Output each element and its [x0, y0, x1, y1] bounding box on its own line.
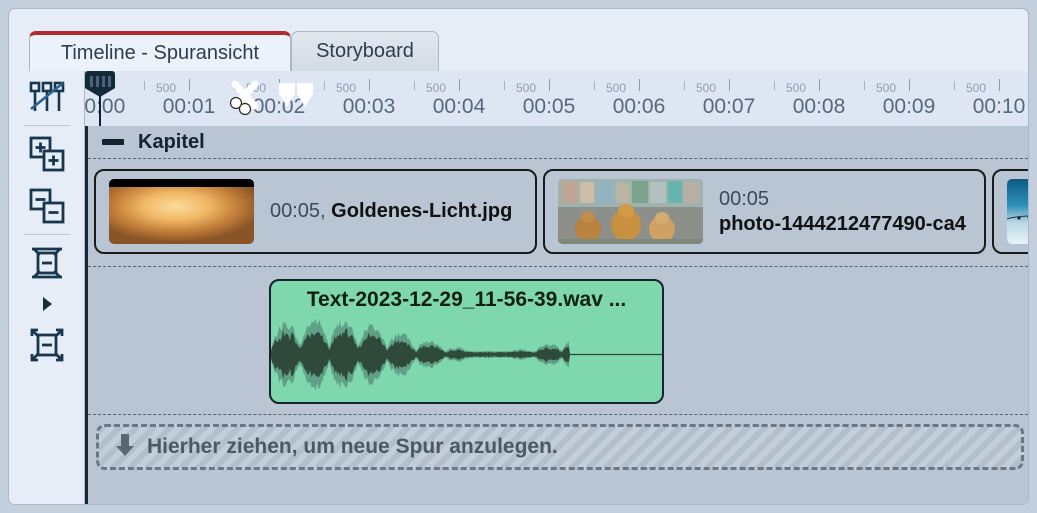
ruler-major-tick: [729, 79, 730, 91]
clip-name: photo-1444212477490-ca4: [719, 212, 966, 235]
timeline-ruler[interactable]: 00:0050000:0150000:0250000:0350000:04500…: [85, 71, 1028, 127]
zoom-out-tracks-icon[interactable]: [9, 180, 85, 232]
tab-storyboard[interactable]: Storyboard: [291, 31, 439, 71]
ruler-time-label: 00:08: [792, 95, 846, 118]
ruler-time-label: 00:10: [972, 95, 1026, 118]
ruler-minor-tick: [144, 81, 145, 90]
tab-label: Timeline - Spuransicht: [60, 41, 260, 64]
down-arrow-icon: [115, 432, 135, 463]
timeline-window: Timeline - Spuransicht Storyboard 0:00 5…: [0, 0, 1037, 513]
clip-photo-1444212477490[interactable]: 00:05 photo-1444212477490-ca4: [543, 169, 986, 254]
ruler-millis-label: 500: [965, 81, 987, 95]
clip-label: 00:05, Goldenes-Licht.jpg: [270, 199, 512, 224]
clip-thumbnail: [558, 179, 703, 244]
ruler-time-label: 00:00: [85, 95, 126, 118]
timeline-frame: 00:0050000:0150000:0250000:0350000:04500…: [9, 71, 1028, 504]
track-tools-column: [9, 71, 85, 504]
audio-waveform: [271, 315, 662, 394]
new-track-dropzone[interactable]: Hierher ziehen, um neue Spur anzulegen.: [96, 424, 1024, 470]
ruler-minor-tick: [414, 81, 415, 90]
fit-height-icon[interactable]: [9, 237, 85, 289]
ruler-major-tick: [909, 79, 910, 91]
edit-keyframes-icon[interactable]: [9, 71, 85, 123]
chapter-collapse-icon[interactable]: [102, 139, 124, 145]
expand-arrow-icon[interactable]: [9, 289, 85, 319]
ruler-minor-tick: [684, 81, 685, 90]
scissors-icon[interactable]: [225, 79, 267, 117]
clip-duration: 00:05,: [270, 200, 326, 222]
ruler-time-label: 00:05: [522, 95, 576, 118]
ruler-major-tick: [549, 79, 550, 91]
tool-divider: [23, 234, 70, 235]
ruler-major-tick: [369, 79, 370, 91]
ruler-time-label: 00:04: [432, 95, 486, 118]
dropzone-label: Hierher ziehen, um neue Spur anzulegen.: [147, 435, 558, 458]
ruler-millis-label: 500: [605, 81, 627, 95]
ruler-minor-tick: [954, 81, 955, 90]
ruler-time-label: 00:09: [882, 95, 936, 118]
ruler-minor-tick: [504, 81, 505, 90]
ruler-millis-label: 500: [515, 81, 537, 95]
ruler-millis-label: 500: [335, 81, 357, 95]
ruler-time-label: 00:07: [702, 95, 756, 118]
ruler-major-tick: [639, 79, 640, 91]
tracks-bottom-edge: [88, 500, 1028, 504]
tab-label: Storyboard: [316, 40, 414, 62]
ruler-major-tick: [459, 79, 460, 91]
timeline-panel: Timeline - Spuransicht Storyboard 0:00 5…: [8, 8, 1029, 505]
ruler-minor-tick: [594, 81, 595, 90]
clip-info: 00:05, Goldenes-Licht.jpg: [270, 199, 512, 224]
audio-clip-name: Text-2023-12-29_11-56-39.wav ...: [306, 288, 627, 311]
audio-track: Text-2023-12-29_11-56-39.wav ...: [88, 267, 1028, 415]
ruler-minor-tick: [774, 81, 775, 90]
video-track: 00:05, Goldenes-Licht.jpg 00:05 photo-14…: [88, 159, 1028, 267]
clip-duration: 00:05: [719, 187, 770, 210]
clip-thumbnail: [1007, 179, 1028, 244]
ruler-major-tick: [819, 79, 820, 91]
ruler-millis-label: 500: [875, 81, 897, 95]
tool-divider: [23, 125, 70, 126]
clip-goldenes-licht[interactable]: 00:05, Goldenes-Licht.jpg: [94, 169, 537, 254]
ruler-millis-label: 500: [785, 81, 807, 95]
tab-strip: Timeline - Spuransicht Storyboard: [9, 21, 1028, 71]
clip-name: Goldenes-Licht.jpg: [331, 200, 513, 222]
clip-thumbnail: [109, 179, 254, 244]
chapter-title: Kapitel: [138, 130, 205, 153]
tracks-area: Kapitel 00:05, Goldenes-Licht.jpg 00:05 …: [85, 126, 1028, 504]
clip-info: 00:05 photo-1444212477490-ca4: [719, 187, 966, 237]
fit-all-icon[interactable]: [9, 319, 85, 371]
audio-clip-text-wav[interactable]: Text-2023-12-29_11-56-39.wav ...: [269, 279, 664, 404]
ruler-millis-label: 500: [155, 81, 177, 95]
ruler-major-tick: [999, 79, 1000, 91]
ruler-millis-label: 500: [695, 81, 717, 95]
zoom-in-tracks-icon[interactable]: [9, 128, 85, 180]
ruler-time-label: 00:01: [162, 95, 216, 118]
ruler-millis-label: 500: [425, 81, 447, 95]
ruler-time-label: 00:03: [342, 95, 396, 118]
ruler-minor-tick: [864, 81, 865, 90]
clip-phone-video[interactable]: [992, 169, 1028, 254]
playhead-handle[interactable]: [85, 71, 115, 97]
ruler-minor-tick: [324, 81, 325, 90]
playhead[interactable]: [85, 71, 115, 126]
chapter-row[interactable]: Kapitel: [88, 126, 1028, 159]
tab-timeline-spuransicht[interactable]: Timeline - Spuransicht: [29, 31, 291, 71]
ruler-time-label: 00:06: [612, 95, 666, 118]
ruler-major-tick: [189, 79, 190, 91]
